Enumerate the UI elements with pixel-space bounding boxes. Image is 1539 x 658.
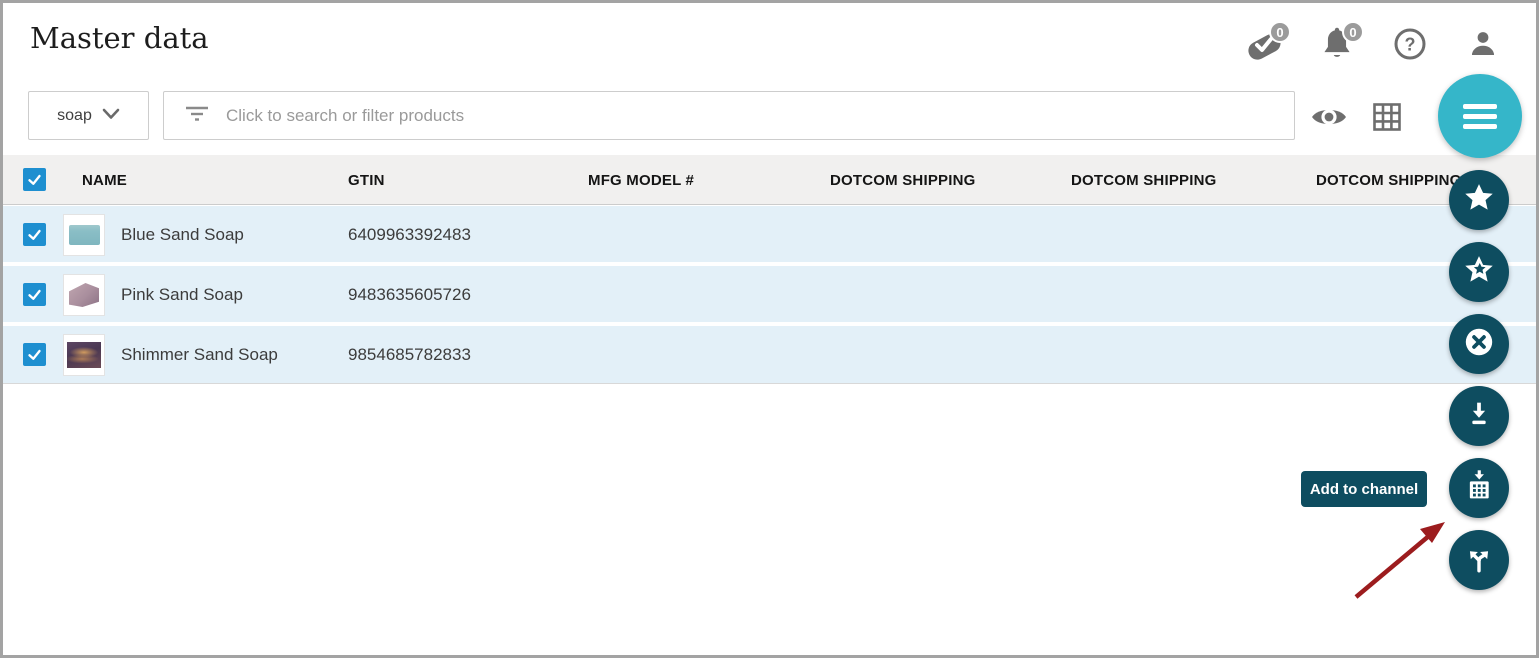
svg-text:?: ? <box>1405 34 1416 54</box>
account-button[interactable] <box>1462 25 1504 67</box>
app-window: Master data 0 0 <box>0 0 1539 658</box>
product-name: Blue Sand Soap <box>121 206 244 264</box>
download-icon <box>1463 398 1495 435</box>
unfavorite-button[interactable] <box>1449 242 1509 302</box>
grid-view-icon <box>1372 119 1402 136</box>
row-checkbox[interactable] <box>23 283 46 306</box>
product-gtin: 9854685782833 <box>348 326 471 384</box>
category-dropdown-value: soap <box>57 107 92 125</box>
product-gtin: 9483635605726 <box>348 266 471 324</box>
column-header-dotcom-shipping-3[interactable]: DOTCOM SHIPPING <box>1316 155 1462 205</box>
select-all-checkbox[interactable] <box>23 168 46 191</box>
annotation-arrow <box>1343 508 1453 608</box>
remove-button[interactable] <box>1449 314 1509 374</box>
favorite-button[interactable] <box>1449 170 1509 230</box>
star-half-icon <box>1462 253 1496 292</box>
filter-icon <box>184 103 210 128</box>
help-icon: ? <box>1393 27 1427 66</box>
column-header-dotcom-shipping-1[interactable]: DOTCOM SHIPPING <box>830 155 976 205</box>
distribute-button[interactable] <box>1449 530 1509 590</box>
product-name: Shimmer Sand Soap <box>121 326 278 384</box>
add-to-channel-tooltip: Add to channel <box>1301 471 1427 507</box>
notifications-badge: 0 <box>1342 21 1364 43</box>
row-checkbox[interactable] <box>23 223 46 246</box>
add-to-channel-icon <box>1462 469 1496 508</box>
category-dropdown[interactable]: soap <box>28 91 149 140</box>
search-box <box>163 91 1295 140</box>
product-thumbnail <box>63 214 105 256</box>
remove-circle-icon <box>1461 324 1497 365</box>
menu-icon <box>1463 104 1497 129</box>
help-button[interactable]: ? <box>1389 25 1431 67</box>
column-header-gtin[interactable]: GTIN <box>348 155 385 205</box>
table-row[interactable]: Blue Sand Soap 6409963392483 <box>3 206 1536 264</box>
download-button[interactable] <box>1449 386 1509 446</box>
actions-menu-button[interactable] <box>1438 74 1522 158</box>
column-header-mfg-model[interactable]: MFG MODEL # <box>588 155 694 205</box>
eye-icon <box>1309 119 1349 136</box>
chevron-down-icon <box>102 107 120 125</box>
branch-split-icon <box>1462 541 1496 580</box>
notifications-button[interactable]: 0 <box>1316 25 1358 67</box>
star-filled-icon <box>1462 181 1496 220</box>
top-icon-bar: 0 0 ? <box>1243 25 1504 67</box>
product-gtin: 6409963392483 <box>348 206 471 264</box>
product-name: Pink Sand Soap <box>121 266 243 324</box>
row-checkbox[interactable] <box>23 343 46 366</box>
approvals-badge: 0 <box>1269 21 1291 43</box>
table-row[interactable]: Pink Sand Soap 9483635605726 <box>3 266 1536 324</box>
account-icon <box>1466 27 1500 66</box>
table-row[interactable]: Shimmer Sand Soap 9854685782833 <box>3 326 1536 384</box>
column-header-name[interactable]: NAME <box>82 155 127 205</box>
product-thumbnail <box>63 334 105 376</box>
approvals-button[interactable]: 0 <box>1243 25 1285 67</box>
add-to-channel-button[interactable] <box>1449 458 1509 518</box>
search-input[interactable] <box>226 92 1294 139</box>
preview-toggle-button[interactable] <box>1309 102 1349 132</box>
page-title: Master data <box>30 21 209 55</box>
column-header-dotcom-shipping-2[interactable]: DOTCOM SHIPPING <box>1071 155 1217 205</box>
grid-view-button[interactable] <box>1372 102 1402 132</box>
table-header: NAME GTIN MFG MODEL # DOTCOM SHIPPING DO… <box>3 155 1536 205</box>
product-thumbnail <box>63 274 105 316</box>
